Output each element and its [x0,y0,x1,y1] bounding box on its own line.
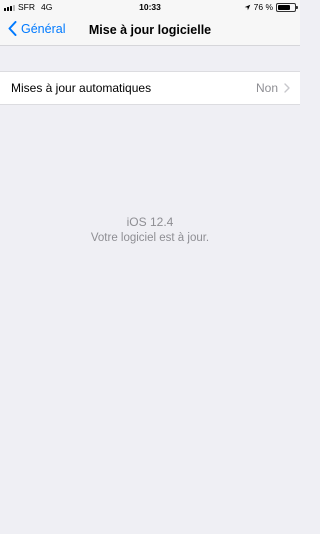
settings-group: Mises à jour automatiques Non [0,71,300,105]
battery-percent: 76 % [253,2,273,12]
location-arrow-icon [244,4,250,10]
update-status-info: iOS 12.4 Votre logiciel est à jour. [0,214,300,246]
status-right: 76 % [244,2,298,12]
update-status-message: Votre logiciel est à jour. [90,232,210,244]
chevron-right-icon [284,83,290,93]
status-bar: SFR 4G 10:33 76 % [0,0,300,14]
auto-updates-row[interactable]: Mises à jour automatiques Non [0,72,300,104]
navigation-bar: Général Mise à jour logicielle [0,14,300,46]
battery-icon [276,2,298,12]
auto-updates-value: Non [255,81,278,95]
page-title: Mise à jour logicielle [88,23,212,37]
screen: SFR 4G 10:33 76 % Général Mise à jour lo… [0,0,300,534]
battery-level-fill [278,4,291,10]
ios-version: iOS 12.4 [126,215,174,229]
auto-updates-label: Mises à jour automatiques [11,81,152,95]
